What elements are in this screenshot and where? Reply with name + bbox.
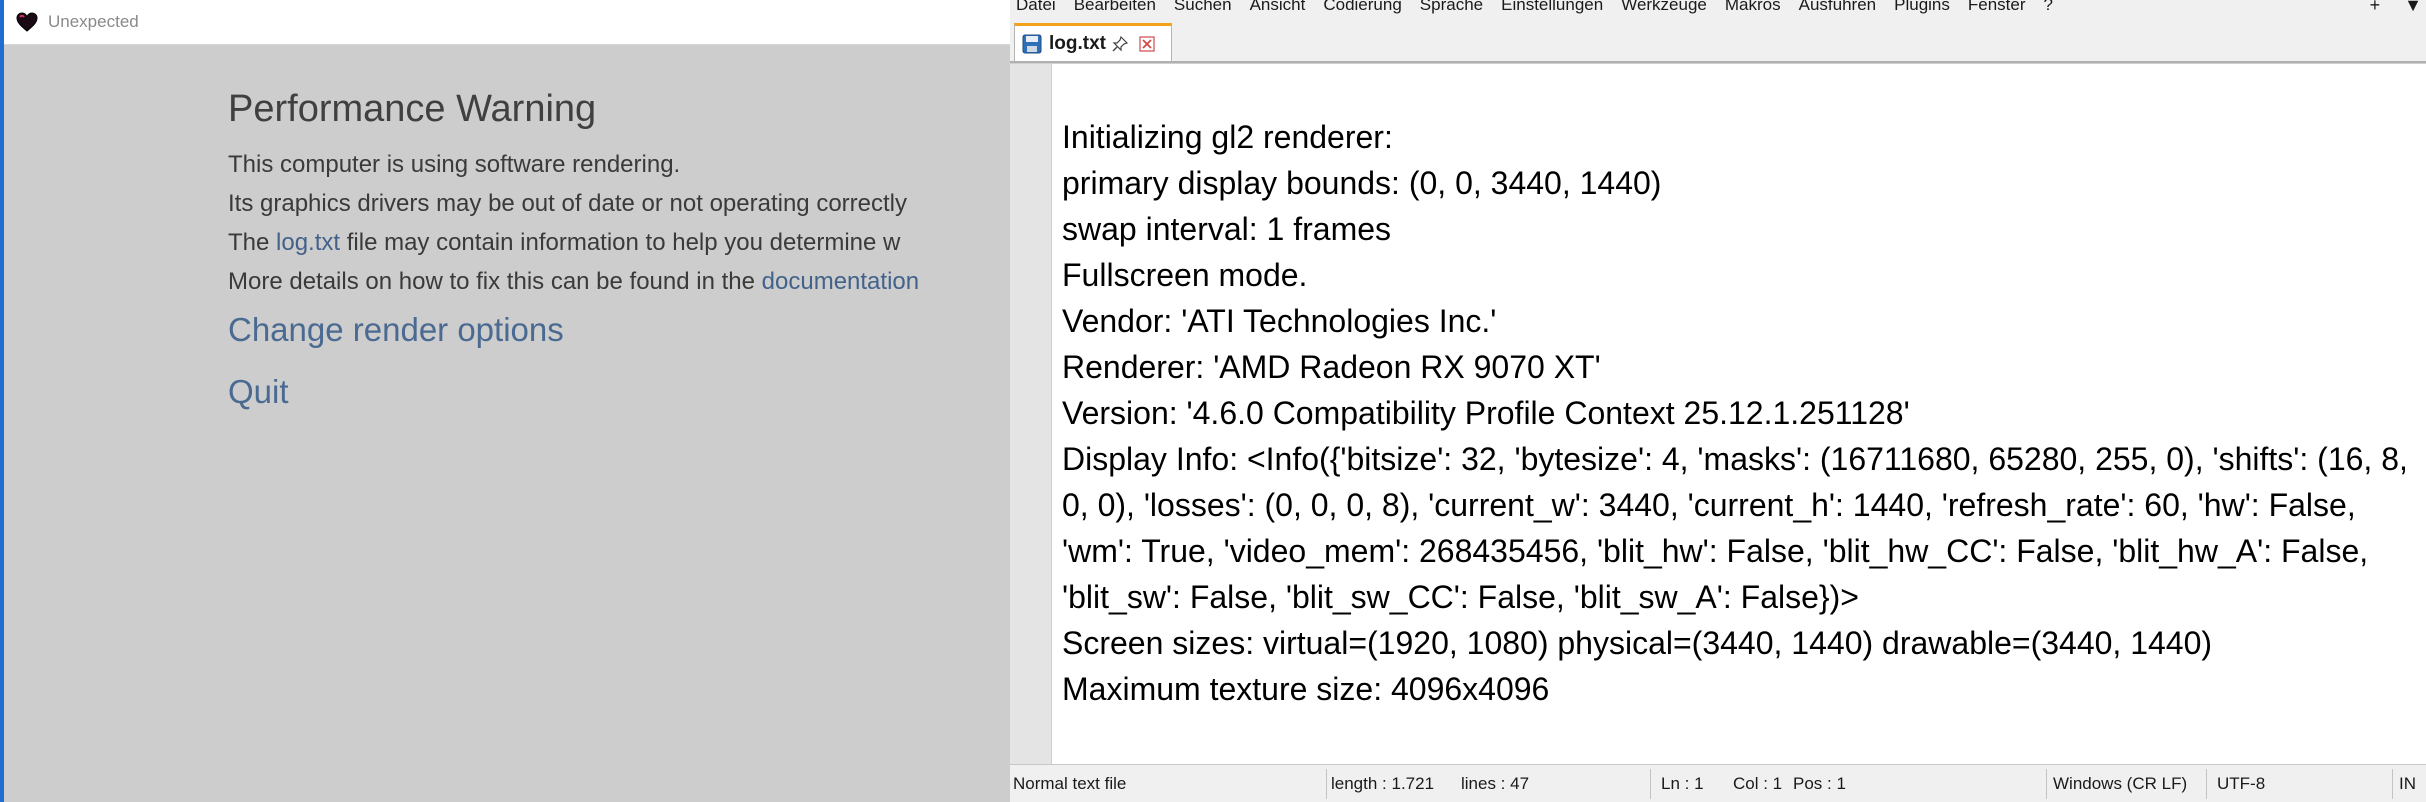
menu-right-controls: + ▼ (2370, 0, 2426, 16)
menu-bearbeiten[interactable]: Bearbeiten (1065, 0, 1165, 15)
notepad-plus-plus-window: Datei Bearbeiten Suchen Ansicht Codierun… (1010, 0, 2426, 802)
log-line: swap interval: 1 frames (1062, 211, 1392, 247)
tab-label: log.txt (1049, 32, 1106, 54)
line-number-gutter (1010, 64, 1052, 764)
log-line: Screen sizes: virtual=(1920, 1080) physi… (1062, 625, 2213, 661)
status-separator (1326, 769, 1327, 799)
warning-line-docs: More details on how to fix this can be f… (228, 262, 1010, 301)
performance-warning-window: Unexpected Performance Warning This comp… (4, 0, 1010, 802)
log-line: Maximum texture size: 4096x4096 (1062, 671, 1550, 707)
status-separator (2392, 769, 2393, 799)
log-line: Version: '4.6.0 Compatibility Profile Co… (1062, 395, 1910, 431)
menu-codierung[interactable]: Codierung (1314, 0, 1410, 15)
tab-bar: log.txt (1010, 17, 2426, 63)
status-col: Col : 1 (1733, 774, 1783, 793)
status-file-type: Normal text file (1013, 774, 1127, 793)
tab-log-txt[interactable]: log.txt (1014, 23, 1172, 61)
documentation-link[interactable]: documentation (762, 268, 919, 295)
warning-line-drivers: Its graphics drivers may be out of date … (228, 190, 907, 217)
log-line: Vendor: 'ATI Technologies Inc.' (1062, 303, 1497, 339)
menu-suchen[interactable]: Suchen (1165, 0, 1241, 15)
docs-prefix-text: More details on how to fix this can be f… (228, 268, 762, 295)
menu-plugins[interactable]: Plugins (1885, 0, 1959, 15)
log-line: primary display bounds: (0, 0, 3440, 144… (1062, 165, 1662, 201)
menu-werkzeuge[interactable]: Werkzeuge (1612, 0, 1716, 15)
log-prefix-text: The (228, 229, 277, 256)
menu-fenster[interactable]: Fenster (1959, 0, 2035, 15)
quit-button[interactable]: Quit (228, 373, 1010, 411)
menu-makros[interactable]: Makros (1716, 0, 1790, 15)
menu-ansicht[interactable]: Ansicht (1241, 0, 1315, 15)
warning-content: Performance Warning This computer is usi… (228, 88, 1010, 411)
status-separator (2046, 769, 2047, 799)
log-line: Fullscreen mode. (1062, 257, 1308, 293)
change-render-options-button[interactable]: Change render options (228, 311, 1010, 349)
status-pos: Pos : 1 (1793, 774, 1846, 793)
menu-einstellungen[interactable]: Einstellungen (1492, 0, 1612, 15)
log-suffix-text: file may contain information to help you… (340, 229, 901, 256)
menu-bar: Datei Bearbeiten Suchen Ansicht Codierun… (1010, 0, 2426, 16)
status-length: length : 1.721 (1331, 774, 1435, 793)
status-encoding: UTF-8 (2217, 774, 2266, 793)
tab-list-arrow-icon[interactable]: ▼ (2404, 0, 2422, 16)
warning-heading: Performance Warning (228, 88, 597, 130)
editor-text[interactable]: Initializing gl2 renderer: primary displ… (1051, 114, 2421, 712)
new-tab-plus-icon[interactable]: + (2370, 0, 2381, 16)
log-txt-link[interactable]: log.txt (276, 229, 340, 256)
window-titlebar: Unexpected (4, 0, 1010, 45)
pin-icon[interactable] (1112, 35, 1128, 53)
status-mode: IN (2399, 774, 2416, 793)
status-separator (2206, 769, 2207, 799)
status-separator (1650, 769, 1651, 799)
status-eol: Windows (CR LF) (2053, 774, 2188, 793)
floppy-disk-icon (1021, 33, 1043, 55)
status-bar: Normal text file length : 1.721 lines : … (1010, 764, 2426, 802)
warning-line-software-rendering: This computer is using software renderin… (228, 151, 681, 178)
status-ln: Ln : 1 (1661, 774, 1704, 793)
heart-icon (14, 9, 40, 35)
menu-datei[interactable]: Datei (1010, 0, 1065, 15)
menu-ausfuehren[interactable]: Ausführen (1790, 0, 1886, 15)
log-line: Renderer: 'AMD Radeon RX 9070 XT' (1062, 349, 1601, 385)
close-icon[interactable] (1138, 35, 1156, 53)
editor-area[interactable]: Initializing gl2 renderer: primary displ… (1010, 63, 2426, 764)
log-line: Display Info: <Info({'bitsize': 32, 'byt… (1062, 441, 2417, 615)
status-lines: lines : 47 (1461, 774, 1530, 793)
menu-sprache[interactable]: Sprache (1411, 0, 1492, 15)
menu-help[interactable]: ? (2035, 0, 2062, 15)
warning-line-log: The log.txt file may contain information… (228, 223, 1010, 262)
window-title: Unexpected (48, 12, 139, 31)
log-line: Initializing gl2 renderer: (1062, 119, 1393, 155)
